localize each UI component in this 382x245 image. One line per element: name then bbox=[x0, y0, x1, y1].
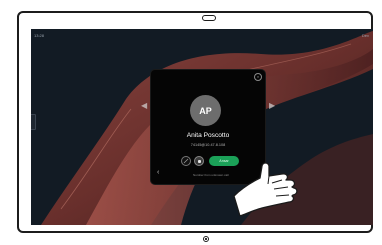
left-edge-handle[interactable] bbox=[31, 114, 36, 130]
status-time: 13:28 bbox=[34, 33, 45, 38]
mute-button[interactable] bbox=[181, 156, 191, 166]
caller-name: Anita Poscotto bbox=[186, 132, 230, 139]
call-footnote: Number from unknown call bbox=[193, 173, 229, 177]
mute-icon bbox=[183, 158, 189, 164]
ghost-arrow-left-icon: ◀ bbox=[141, 101, 148, 110]
home-button[interactable] bbox=[203, 236, 209, 242]
status-device-label: Dev bbox=[361, 33, 369, 38]
camera-icon bbox=[202, 15, 216, 21]
caller-address: 74145@10.47.8.108 bbox=[190, 143, 226, 147]
close-icon[interactable]: × bbox=[254, 73, 262, 81]
hand-gesture-icon bbox=[233, 162, 298, 216]
ghost-arrow-right-icon: ▶ bbox=[269, 101, 276, 110]
video-icon bbox=[197, 159, 201, 163]
screen: 13:28 Dev ◀ ▶ × AP Anita Poscotto 74145@… bbox=[31, 29, 373, 225]
chevron-left-icon[interactable]: ‹ bbox=[157, 169, 159, 176]
video-button[interactable] bbox=[194, 156, 204, 166]
avatar: AP bbox=[190, 95, 221, 126]
